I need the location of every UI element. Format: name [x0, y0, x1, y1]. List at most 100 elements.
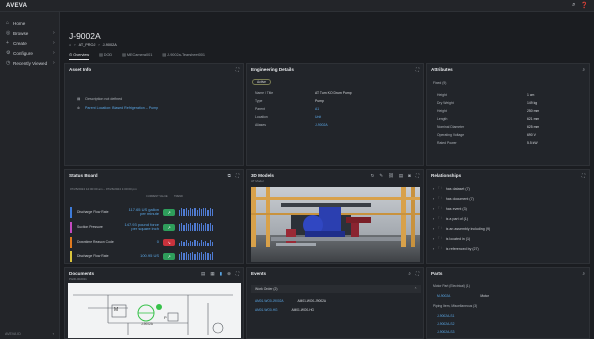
- breadcrumb-item-project[interactable]: AT_PROJ: [79, 43, 96, 47]
- sidebar-item-label: Home: [13, 20, 26, 26]
- layers-icon[interactable]: ▤: [399, 173, 403, 179]
- part-group-label[interactable]: Motor Part (Electrical) (1): [433, 284, 470, 288]
- breadcrumb-separator: ›: [98, 43, 100, 47]
- motor-symbol: M: [114, 307, 119, 313]
- search-icon[interactable]: ⌕: [572, 2, 575, 9]
- expand-icon[interactable]: ⛶: [236, 67, 239, 72]
- sidebar-item-recently-viewed[interactable]: ◷ Recently Viewed ›: [0, 58, 59, 68]
- chevron-right-icon: ›: [433, 247, 435, 251]
- tab-tearsheet[interactable]: ▤ J-9002a-Tearsheet001: [162, 52, 205, 60]
- row-value: 690 V: [527, 133, 536, 137]
- open-external-icon[interactable]: ⧉: [228, 173, 231, 178]
- search-icon[interactable]: ⌕: [582, 67, 585, 72]
- event-link[interactable]: AM01-WO0-J9002A: [255, 299, 284, 303]
- help-icon[interactable]: ❓: [581, 2, 588, 9]
- relationship-list: › 🗀 has dataset (7) › 🗀 has document (7) › 🗀 h…: [427, 184, 589, 254]
- event-link[interactable]: AM01-WO0-HG: [255, 308, 278, 312]
- chevron-right-icon: ›: [433, 197, 435, 201]
- folder-icon: 🗀: [438, 216, 442, 220]
- list-item[interactable]: › 🗀 is located in (1): [427, 234, 589, 244]
- sidebar-item-browse[interactable]: ◎ Browse ›: [0, 28, 59, 38]
- part-link[interactable]: J-9002A-S2: [437, 322, 454, 326]
- attributes-panel: Attributes ⌕ Fixed (9) Height 1 cm Dry We…: [426, 63, 590, 166]
- table-row: M-9002A Motor: [437, 294, 489, 298]
- zoom-icon[interactable]: ⊕: [227, 271, 231, 277]
- row-value-link[interactable]: Unit: [315, 115, 321, 119]
- expand-icon[interactable]: ⛶: [416, 173, 419, 179]
- search-icon[interactable]: ⌕: [582, 271, 585, 276]
- parent-location-link[interactable]: Parent Location: Biased Refrigeration – …: [85, 106, 158, 110]
- trend-up-icon: ↗: [163, 223, 175, 231]
- tab-mecamera[interactable]: ▤ MECamera001: [122, 52, 152, 60]
- aveva-logo[interactable]: AVEVA: [6, 3, 27, 9]
- part-link[interactable]: M-9002A: [437, 294, 450, 298]
- list-item[interactable]: › 🗀 is a part of (1): [427, 214, 589, 224]
- breadcrumb-item-asset[interactable]: J-9002A: [103, 43, 117, 47]
- refresh-icon[interactable]: ↻: [371, 173, 375, 179]
- status-color-bar: [70, 221, 72, 233]
- tab-label: MECamera001: [126, 53, 153, 57]
- panel-actions: ⛶: [582, 173, 585, 178]
- expand-icon[interactable]: ⛶: [416, 271, 419, 276]
- chevron-right-icon: ›: [53, 50, 55, 56]
- search-icon[interactable]: ⌕: [408, 271, 411, 276]
- tab-label: Overview: [73, 53, 90, 57]
- tab-overview[interactable]: ⊙ Overview: [69, 52, 90, 60]
- expand-icon[interactable]: ⛶: [236, 173, 239, 178]
- part-link[interactable]: J-9002A-S3: [437, 330, 454, 334]
- home-icon: ⌂: [6, 20, 10, 26]
- list-item[interactable]: › 🗀 has dataset (7): [427, 184, 589, 194]
- event-group[interactable]: Work Order (2) ⌃: [251, 285, 421, 293]
- home-icon[interactable]: ⌂: [69, 43, 71, 47]
- expand-icon[interactable]: ⛶: [416, 67, 419, 72]
- chevron-right-icon: ›: [433, 207, 435, 211]
- row-value-link[interactable]: J-9002A: [315, 123, 328, 127]
- status-row[interactable]: Discharge Flow Rate 117.65 US gallon per…: [70, 206, 213, 218]
- expand-icon[interactable]: ⛶: [582, 173, 585, 178]
- list-item[interactable]: › 🗀 is an assembly including (9): [427, 224, 589, 234]
- part-link[interactable]: J-9002A-S1: [437, 314, 454, 318]
- 3d-viewport[interactable]: [251, 187, 420, 262]
- row-key: Rated Power: [437, 141, 457, 145]
- panel-title: 3D Models: [251, 173, 274, 178]
- pid-drawing[interactable]: [68, 283, 241, 338]
- main-content: J-9002A ⌂ › AT_PROJ › J-9002A ⊙ Overview…: [60, 12, 594, 339]
- status-row[interactable]: Discharge Flow Rate 100.95 US ↗: [70, 250, 213, 262]
- list-item[interactable]: › 🗀 is referenced by (27): [427, 244, 589, 254]
- expand-icon[interactable]: ⛶: [236, 271, 239, 277]
- chevron-right-icon: ›: [433, 187, 435, 191]
- table-row: Location Unit: [255, 113, 420, 121]
- row-value-link[interactable]: A1: [315, 107, 319, 111]
- sidebar-item-configure[interactable]: ⚙ Configure ›: [0, 48, 59, 58]
- status-name: Discharge Flow Rate: [77, 210, 109, 214]
- table-row: Type Pump: [255, 97, 420, 105]
- sparkline: [179, 208, 213, 216]
- layers-icon[interactable]: ▤: [201, 271, 205, 277]
- relationship-label: has document (7): [445, 197, 474, 201]
- link-icon[interactable]: ⛓: [388, 173, 394, 179]
- relationship-label: is an assembly including (9): [445, 227, 491, 231]
- sidebar-item-home[interactable]: ⌂ Home: [0, 18, 59, 28]
- list-item[interactable]: › 🗀 has event (3): [427, 204, 589, 214]
- part-group-label[interactable]: Piping Item, Miscellaneous (3): [433, 304, 477, 308]
- grid-icon[interactable]: ▦: [210, 271, 214, 277]
- collapse-sidebar-icon[interactable]: ‹: [53, 331, 54, 336]
- table-row: Parent A1: [255, 105, 420, 113]
- highlight-icon[interactable]: ▮: [220, 271, 222, 277]
- status-color-bar: [70, 250, 72, 262]
- breadcrumb-separator: ›: [74, 43, 76, 47]
- user-id-label[interactable]: AVEVA ID: [5, 332, 21, 336]
- list-item[interactable]: › 🗀 has document (7): [427, 194, 589, 204]
- status-row[interactable]: Suction Pressure 147.93 pound force per …: [70, 221, 213, 233]
- column-header-trend: TREND: [174, 195, 183, 198]
- trend-up-icon: ↗: [163, 252, 175, 260]
- panel-actions: ⌕: [582, 67, 585, 72]
- attribute-group[interactable]: Fixed (9): [433, 81, 446, 85]
- tab-dod[interactable]: ▤ DOD: [99, 52, 112, 60]
- pencil-icon[interactable]: ✎: [379, 173, 383, 179]
- row-key: Type: [255, 99, 263, 103]
- sidebar-item-create[interactable]: + Create ›: [0, 38, 59, 48]
- event-id: AM01-WO0-HG: [291, 308, 315, 312]
- camera-icon[interactable]: ◙: [408, 173, 411, 179]
- status-row[interactable]: Downtime Reason Code 0 ↘: [70, 236, 213, 248]
